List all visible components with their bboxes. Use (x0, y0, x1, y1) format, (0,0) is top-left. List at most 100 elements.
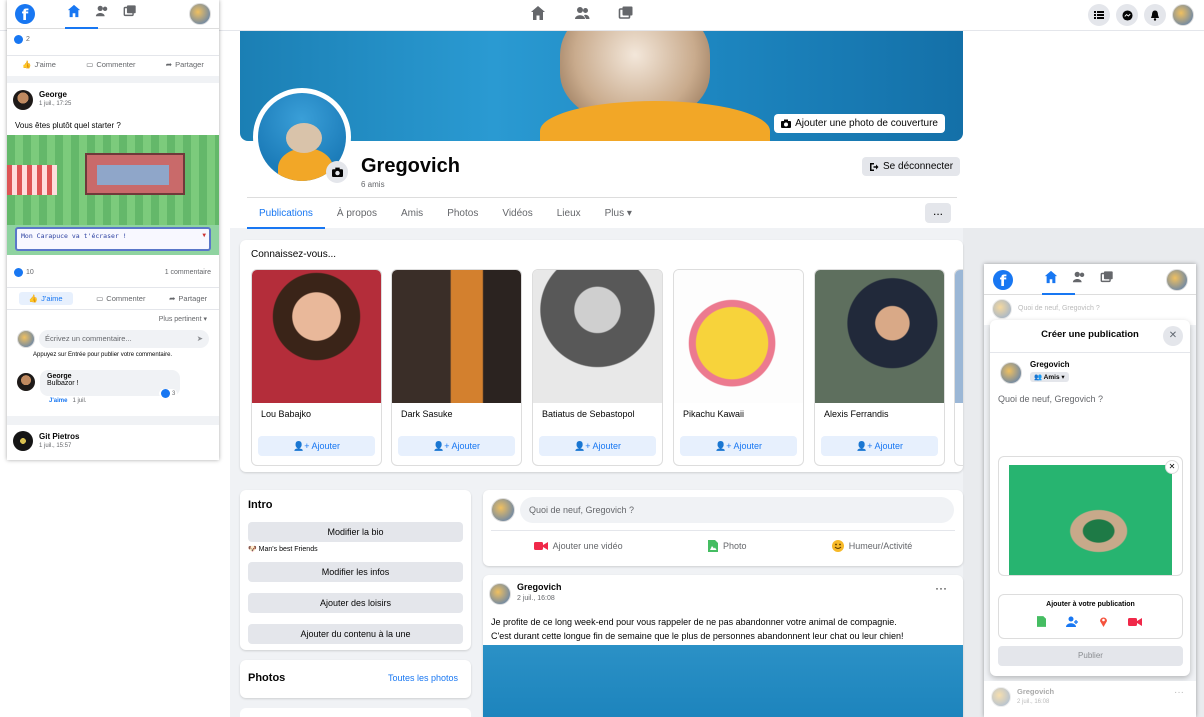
facebook-logo[interactable]: f (15, 4, 35, 24)
add-friend-button[interactable]: 👤+ Ajouter (821, 436, 938, 456)
post-author[interactable]: Gregovich (1017, 687, 1054, 696)
post-options-icon[interactable]: ··· (1174, 687, 1184, 698)
menu-icon[interactable] (1088, 4, 1110, 26)
close-icon[interactable]: ✕ (1163, 326, 1183, 346)
comment-date[interactable]: 1 juil. (72, 398, 86, 404)
like-button[interactable]: 👍 J'aime (22, 60, 56, 69)
logout-button[interactable]: Se déconnecter (862, 157, 961, 176)
friends-icon[interactable] (1072, 270, 1086, 287)
post-image-pixel-game[interactable]: Mon Carapuce va t'écraser ! ▼ (7, 135, 219, 255)
post-author[interactable]: George (39, 90, 67, 99)
send-icon[interactable]: ➤ (197, 330, 203, 348)
friends-icon[interactable] (95, 4, 109, 21)
like-button[interactable]: 👍 J'aime (18, 292, 73, 305)
post-date[interactable]: 2 juil., 16:08 (517, 595, 555, 602)
friends-count[interactable]: 6 amis (361, 180, 385, 189)
avatar[interactable] (189, 3, 211, 25)
composer-input[interactable]: Quoi de neuf, Gregovich ? (1018, 305, 1100, 312)
bell-icon[interactable] (1144, 4, 1166, 26)
post-date[interactable]: 1 juil., 17:25 (39, 101, 71, 107)
add-video-button[interactable]: Ajouter une vidéo (533, 540, 623, 552)
facebook-logo[interactable]: f (993, 270, 1013, 290)
comment-button[interactable]: ▭ Commenter (86, 60, 135, 69)
photo-button[interactable]: Photo (707, 540, 747, 552)
messenger-icon[interactable] (1116, 4, 1138, 26)
like-count[interactable]: 2 (14, 35, 30, 44)
avatar[interactable] (991, 687, 1011, 707)
avatar[interactable] (491, 498, 515, 522)
suggestion-photo[interactable] (392, 270, 521, 403)
avatar[interactable] (1166, 269, 1188, 291)
suggestion-photo[interactable] (815, 270, 944, 403)
composer-input[interactable]: Quoi de neuf, Gregovich ? (520, 497, 954, 523)
suggestion-name[interactable]: Pikachu Kawaii (683, 409, 744, 419)
avatar[interactable] (17, 373, 35, 391)
tab-friends[interactable]: Amis (389, 198, 435, 229)
post-author[interactable]: Gregovich (517, 582, 562, 592)
post-textarea[interactable]: Quoi de neuf, Gregovich ? (998, 394, 1103, 404)
tab-places[interactable]: Lieux (545, 198, 593, 229)
tag-people-icon[interactable] (1066, 616, 1079, 630)
suggestion-photo[interactable] (252, 270, 381, 403)
suggestion-photo[interactable] (533, 270, 662, 403)
suggestion-name[interactable]: Alexis Ferrandis (824, 409, 889, 419)
post-date[interactable]: 1 juil., 15:57 (39, 443, 71, 449)
avatar[interactable] (17, 330, 35, 348)
add-cover-photo-button[interactable]: Ajouter une photo de couverture (774, 114, 945, 133)
like-count[interactable]: 10 (14, 268, 34, 277)
avatar[interactable] (13, 90, 33, 110)
share-button[interactable]: ➦ Partager (169, 292, 207, 305)
audience-selector[interactable]: 👥 Amis ▾ (1030, 372, 1069, 382)
home-icon[interactable] (1044, 270, 1058, 287)
photo-icon[interactable] (1037, 616, 1046, 630)
tab-photos[interactable]: Photos (435, 198, 490, 229)
watch-icon[interactable] (618, 5, 634, 24)
friends-icon[interactable] (574, 5, 590, 24)
remove-photo-icon[interactable]: ✕ (1165, 460, 1179, 474)
comment-author[interactable]: George (47, 373, 173, 380)
post-author[interactable]: Git Pietros (39, 432, 79, 441)
avatar[interactable] (1172, 4, 1194, 26)
share-button[interactable]: ➦ Partager (166, 60, 204, 69)
sort-dropdown[interactable]: Plus pertinent ▾ (159, 315, 207, 323)
suggestion-photo[interactable] (674, 270, 803, 403)
add-friend-button[interactable]: 👤+ Ajouter (680, 436, 797, 456)
edit-info-button[interactable]: Modifier les infos (248, 562, 463, 582)
tab-publications[interactable]: Publications (247, 198, 325, 229)
home-icon[interactable] (67, 4, 81, 21)
video-icon[interactable] (1128, 616, 1142, 630)
home-icon[interactable] (530, 5, 546, 24)
post-date[interactable]: 2 juil., 16:08 (1017, 699, 1049, 705)
comment-button[interactable]: ▭ Commenter (96, 292, 145, 305)
avatar[interactable] (992, 299, 1012, 319)
add-hobbies-button[interactable]: Ajouter des loisirs (248, 593, 463, 613)
avatar[interactable] (489, 583, 511, 605)
suggestion-name[interactable]: Batiatus de Sebastopol (542, 409, 635, 419)
camera-icon[interactable] (326, 161, 348, 183)
location-icon[interactable] (1099, 616, 1108, 630)
comment-like-count[interactable]: 3 (159, 389, 178, 398)
comment-like-link[interactable]: J'aime (49, 398, 67, 404)
comments-count[interactable]: 1 commentaire (165, 269, 211, 276)
watch-icon[interactable] (123, 4, 137, 21)
publish-button[interactable]: Publier (998, 646, 1183, 666)
more-options-button[interactable]: ... (925, 203, 951, 223)
suggestion-name[interactable]: Lou Babajko (261, 409, 311, 419)
add-friend-button[interactable]: 👤+ Ajouter (398, 436, 515, 456)
post-image[interactable] (483, 645, 963, 717)
tab-more[interactable]: Plus ▾ (593, 198, 644, 229)
avatar[interactable] (13, 431, 33, 451)
avatar[interactable] (1000, 362, 1022, 384)
watch-icon[interactable] (1100, 270, 1114, 287)
tab-about[interactable]: À propos (325, 198, 389, 229)
comment-input[interactable]: Écrivez un commentaire... ➤ (39, 330, 209, 348)
all-photos-link[interactable]: Toutes les photos (388, 673, 458, 683)
post-options-icon[interactable]: ··· (935, 581, 947, 595)
add-friend-button[interactable]: 👤+ Ajouter (258, 436, 375, 456)
edit-bio-button[interactable]: Modifier la bio (248, 522, 463, 542)
suggestion-name[interactable]: Dark Sasuke (401, 409, 453, 419)
add-friend-button[interactable]: 👤+ Ajouter (539, 436, 656, 456)
add-featured-button[interactable]: Ajouter du contenu à la une (248, 624, 463, 644)
tab-videos[interactable]: Vidéos (490, 198, 544, 229)
mood-button[interactable]: Humeur/Activité (831, 540, 912, 552)
